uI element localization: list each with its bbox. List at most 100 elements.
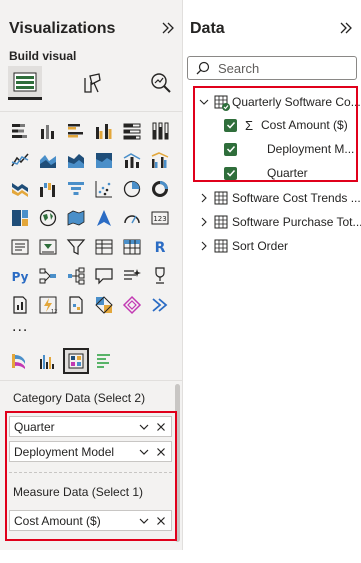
wells-separator bbox=[9, 472, 172, 473]
measure-well-item[interactable]: Cost Amount ($) bbox=[9, 510, 172, 531]
matrix-icon[interactable] bbox=[121, 236, 143, 258]
collapse-data-icon[interactable] bbox=[338, 20, 354, 36]
clustered-column-chart-icon[interactable] bbox=[93, 120, 115, 142]
visualization-tabs bbox=[8, 66, 178, 104]
line-and-clustered-column-chart-icon[interactable] bbox=[149, 149, 171, 171]
smart-narrative-icon[interactable] bbox=[121, 265, 143, 287]
power-apps-icon[interactable]: 123 bbox=[37, 294, 59, 316]
decomposition-tree-icon[interactable] bbox=[65, 265, 87, 287]
power-automate-icon[interactable] bbox=[65, 294, 87, 316]
analytics-tab[interactable] bbox=[144, 66, 178, 100]
line-and-stacked-column-chart-icon[interactable] bbox=[121, 149, 143, 171]
data-pane: Data Search Quarterly Software Co... Σ C… bbox=[184, 0, 361, 563]
category-well-item[interactable]: Deployment Model bbox=[9, 441, 172, 462]
funnel-chart-icon[interactable] bbox=[65, 178, 87, 200]
stacked-bar-chart-icon[interactable] bbox=[9, 120, 31, 142]
multi-row-card-icon[interactable] bbox=[9, 236, 31, 258]
get-more-visuals-icon[interactable] bbox=[93, 294, 115, 316]
table-icon bbox=[214, 239, 228, 253]
collapse-visualizations-icon[interactable] bbox=[160, 20, 176, 36]
table-name: Software Purchase Tot... bbox=[232, 215, 361, 229]
table-name: Sort Order bbox=[232, 239, 289, 253]
100-stacked-column-chart-icon[interactable] bbox=[149, 120, 171, 142]
stacked-column-chart-icon[interactable] bbox=[37, 120, 59, 142]
build-visual-tab[interactable] bbox=[8, 66, 42, 100]
field-row[interactable]: Quarter bbox=[224, 162, 308, 184]
scatter-chart-icon[interactable] bbox=[93, 178, 115, 200]
custom-visuals-row bbox=[9, 348, 115, 374]
table-icon[interactable] bbox=[93, 236, 115, 258]
table-icon bbox=[214, 191, 228, 205]
filled-map-icon[interactable] bbox=[65, 207, 87, 229]
pie-chart-icon[interactable] bbox=[121, 178, 143, 200]
checkbox-checked-icon[interactable] bbox=[224, 142, 237, 156]
chevron-right-icon[interactable] bbox=[198, 241, 210, 251]
100-stacked-bar-chart-icon[interactable] bbox=[121, 120, 143, 142]
chevron-right-icon[interactable] bbox=[198, 217, 210, 227]
gauge-icon[interactable] bbox=[121, 207, 143, 229]
build-visual-icon bbox=[13, 72, 37, 91]
custom-visual-sankey-icon[interactable] bbox=[9, 350, 31, 372]
treemap-icon[interactable] bbox=[9, 207, 31, 229]
table-row[interactable]: Sort Order bbox=[184, 235, 288, 257]
chevron-down-icon[interactable] bbox=[198, 97, 210, 107]
chevron-down-icon[interactable] bbox=[137, 514, 151, 528]
svg-text:123: 123 bbox=[51, 309, 58, 315]
svg-text:123: 123 bbox=[153, 215, 166, 223]
sigma-icon: Σ bbox=[245, 117, 254, 133]
visualizations-pane: Visualizations Build visual 123 R Py 12 … bbox=[0, 0, 183, 550]
table-check-icon bbox=[214, 95, 230, 111]
qna-icon[interactable] bbox=[93, 265, 115, 287]
donut-chart-icon[interactable] bbox=[149, 178, 171, 200]
map-icon[interactable] bbox=[37, 207, 59, 229]
custom-visual-list-icon[interactable] bbox=[93, 350, 115, 372]
key-influencers-icon[interactable] bbox=[37, 265, 59, 287]
table-name: Quarterly Software Co... bbox=[232, 95, 361, 109]
search-input[interactable]: Search bbox=[187, 56, 357, 80]
well-item-label: Cost Amount ($) bbox=[14, 513, 101, 528]
more-visuals-button[interactable]: ... bbox=[12, 318, 28, 336]
custom-visual-selected-icon[interactable] bbox=[63, 348, 89, 374]
azure-map-icon[interactable] bbox=[93, 207, 115, 229]
checkbox-checked-icon[interactable] bbox=[224, 166, 237, 180]
line-chart-icon[interactable] bbox=[9, 149, 31, 171]
checkbox-checked-icon[interactable] bbox=[224, 118, 237, 132]
wells-scrollbar[interactable] bbox=[175, 384, 180, 542]
remove-field-icon[interactable] bbox=[154, 445, 168, 459]
field-row[interactable]: Σ Cost Amount ($) bbox=[224, 114, 348, 136]
card-icon[interactable]: 123 bbox=[149, 207, 171, 229]
field-row[interactable]: Deployment M... bbox=[224, 138, 354, 160]
search-placeholder: Search bbox=[218, 60, 260, 76]
remove-field-icon[interactable] bbox=[154, 514, 168, 528]
build-visual-label: Build visual bbox=[9, 49, 77, 63]
custom-visual-bars-icon[interactable] bbox=[37, 350, 59, 372]
visual-gallery: 123 R Py 123 bbox=[9, 120, 171, 316]
pane-divider bbox=[0, 111, 183, 112]
format-visual-tab[interactable] bbox=[76, 66, 110, 100]
python-visual-icon[interactable]: Py bbox=[9, 265, 31, 287]
ribbon-chart-icon[interactable] bbox=[9, 178, 31, 200]
clustered-bar-chart-icon[interactable] bbox=[65, 120, 87, 142]
table-row[interactable]: Software Purchase Tot... bbox=[184, 211, 361, 233]
waterfall-chart-icon[interactable] bbox=[37, 178, 59, 200]
measure-well-label: Measure Data (Select 1) bbox=[13, 485, 144, 499]
area-chart-icon[interactable] bbox=[37, 149, 59, 171]
paginated-report-icon[interactable] bbox=[9, 294, 31, 316]
diamond-visual-icon[interactable] bbox=[121, 294, 143, 316]
metrics-icon[interactable] bbox=[149, 265, 171, 287]
slicer-icon[interactable] bbox=[65, 236, 87, 258]
100-stacked-area-chart-icon[interactable] bbox=[93, 149, 115, 171]
chevron-down-icon[interactable] bbox=[137, 445, 151, 459]
chevron-right-icon[interactable] bbox=[198, 193, 210, 203]
category-well-item[interactable]: Quarter bbox=[9, 416, 172, 437]
table-name: Software Cost Trends ... bbox=[232, 191, 361, 205]
stacked-area-chart-icon[interactable] bbox=[65, 149, 87, 171]
kpi-icon[interactable] bbox=[37, 236, 59, 258]
r-visual-icon[interactable]: R bbox=[149, 236, 171, 258]
arrow-visual-icon[interactable] bbox=[149, 294, 171, 316]
chevron-down-icon[interactable] bbox=[137, 420, 151, 434]
table-row[interactable]: Quarterly Software Co... bbox=[184, 91, 361, 113]
analytics-magnifier-icon bbox=[151, 73, 171, 93]
remove-field-icon[interactable] bbox=[154, 420, 168, 434]
table-row[interactable]: Software Cost Trends ... bbox=[184, 187, 361, 209]
